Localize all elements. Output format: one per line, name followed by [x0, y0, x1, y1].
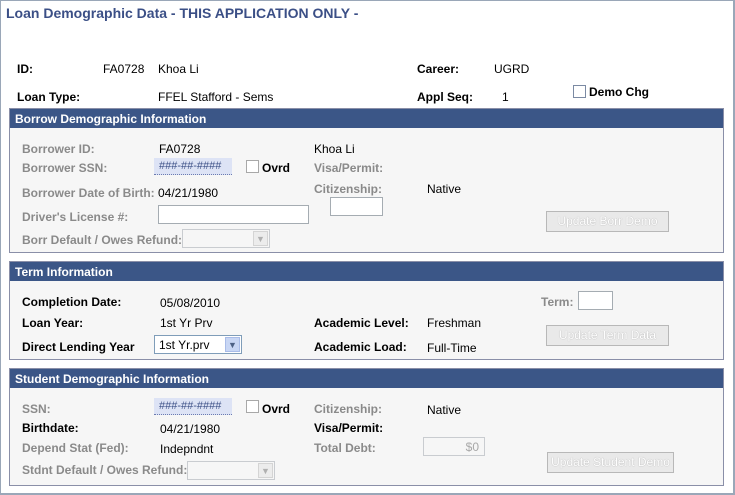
- borrower-dob-label: Borrower Date of Birth:: [22, 186, 155, 200]
- student-citizenship-label: Citizenship:: [314, 402, 382, 416]
- appl-seq-value: 1: [502, 90, 509, 104]
- borrower-visa-label: Visa/Permit:: [314, 161, 384, 175]
- student-ovrd-label: Ovrd: [262, 402, 291, 416]
- academic-load-value: Full-Time: [427, 341, 477, 355]
- id-label: ID:: [17, 62, 33, 76]
- borrower-id-value: FA0728: [159, 142, 201, 156]
- chevron-down-icon: ▼: [253, 231, 268, 246]
- career-label: Career:: [417, 62, 460, 76]
- stdnt-default-select[interactable]: ▼: [187, 461, 275, 480]
- borr-default-select[interactable]: ▼: [182, 229, 270, 248]
- update-term-data-button[interactable]: Update Term Data: [546, 325, 669, 346]
- loan-type-label: Loan Type:: [17, 90, 81, 104]
- borrower-citizenship-input[interactable]: [330, 197, 383, 216]
- borrower-citizenship-label: Citizenship:: [314, 182, 382, 196]
- borrower-dob-value: 04/21/1980: [158, 186, 219, 200]
- student-citizenship-value: Native: [427, 403, 462, 417]
- term-input[interactable]: [578, 291, 613, 310]
- borrower-ovrd-label: Ovrd: [262, 161, 291, 175]
- borrower-id-label: Borrower ID:: [22, 142, 95, 156]
- birthdate-value: 04/21/1980: [160, 422, 221, 436]
- borrower-ssn-field[interactable]: ###-##-####: [154, 158, 232, 175]
- page-title: Loan Demographic Data - THIS APPLICATION…: [6, 5, 359, 21]
- student-ssn-field[interactable]: ###-##-####: [154, 398, 232, 415]
- name-value: Khoa Li: [158, 62, 199, 76]
- student-ovrd-checkbox[interactable]: [246, 400, 259, 413]
- academic-level-value: Freshman: [427, 316, 482, 330]
- borrower-ssn-label: Borrower SSN:: [22, 161, 108, 175]
- update-student-demo-button[interactable]: Update Student Demo: [547, 452, 674, 473]
- borrower-ovrd-checkbox[interactable]: [246, 160, 259, 173]
- appl-seq-label: Appl Seq:: [417, 90, 473, 104]
- total-debt-field[interactable]: $0: [423, 437, 485, 456]
- completion-date-value: 05/08/2010: [160, 296, 221, 310]
- birthdate-label: Birthdate:: [22, 421, 79, 435]
- completion-date-label: Completion Date:: [22, 295, 122, 309]
- chevron-down-icon: ▼: [225, 337, 240, 352]
- direct-lending-year-select[interactable]: 1st Yr.prv ▼: [154, 335, 242, 354]
- drivers-license-input[interactable]: [158, 205, 309, 224]
- student-visa-label: Visa/Permit:: [314, 421, 384, 435]
- term-section-header: Term Information: [10, 262, 723, 281]
- student-section-header: Student Demographic Information: [10, 369, 723, 388]
- drivers-license-label: Driver's License #:: [22, 210, 129, 224]
- depend-stat-label: Depend Stat (Fed):: [22, 441, 129, 455]
- loan-type-value: FFEL Stafford - Sems: [158, 90, 274, 104]
- borrower-citizenship-value: Native: [427, 182, 462, 196]
- borrower-name-value: Khoa Li: [314, 142, 355, 156]
- academic-level-label: Academic Level:: [314, 316, 409, 330]
- borr-default-label: Borr Default / Owes Refund:: [22, 233, 183, 247]
- loan-year-value: 1st Yr Prv: [160, 316, 213, 330]
- chevron-down-icon: ▼: [258, 463, 273, 478]
- stdnt-default-label: Stdnt Default / Owes Refund:: [22, 463, 188, 477]
- loan-year-label: Loan Year:: [22, 316, 84, 330]
- id-value: FA0728: [103, 62, 145, 76]
- career-value: UGRD: [494, 62, 530, 76]
- total-debt-label: Total Debt:: [314, 441, 376, 455]
- demo-chg-checkbox[interactable]: [573, 85, 586, 98]
- academic-load-label: Academic Load:: [314, 340, 407, 354]
- update-borr-demo-button[interactable]: Update Borr Demo: [546, 211, 669, 232]
- demo-chg-label: Demo Chg: [589, 85, 649, 99]
- term-label: Term:: [541, 295, 574, 309]
- borrow-section-header: Borrow Demographic Information: [10, 109, 723, 128]
- direct-lending-year-label: Direct Lending Year: [22, 340, 135, 354]
- student-ssn-label: SSN:: [22, 402, 51, 416]
- depend-stat-value: Indepndnt: [160, 442, 214, 456]
- direct-lending-year-value: 1st Yr.prv: [159, 338, 210, 352]
